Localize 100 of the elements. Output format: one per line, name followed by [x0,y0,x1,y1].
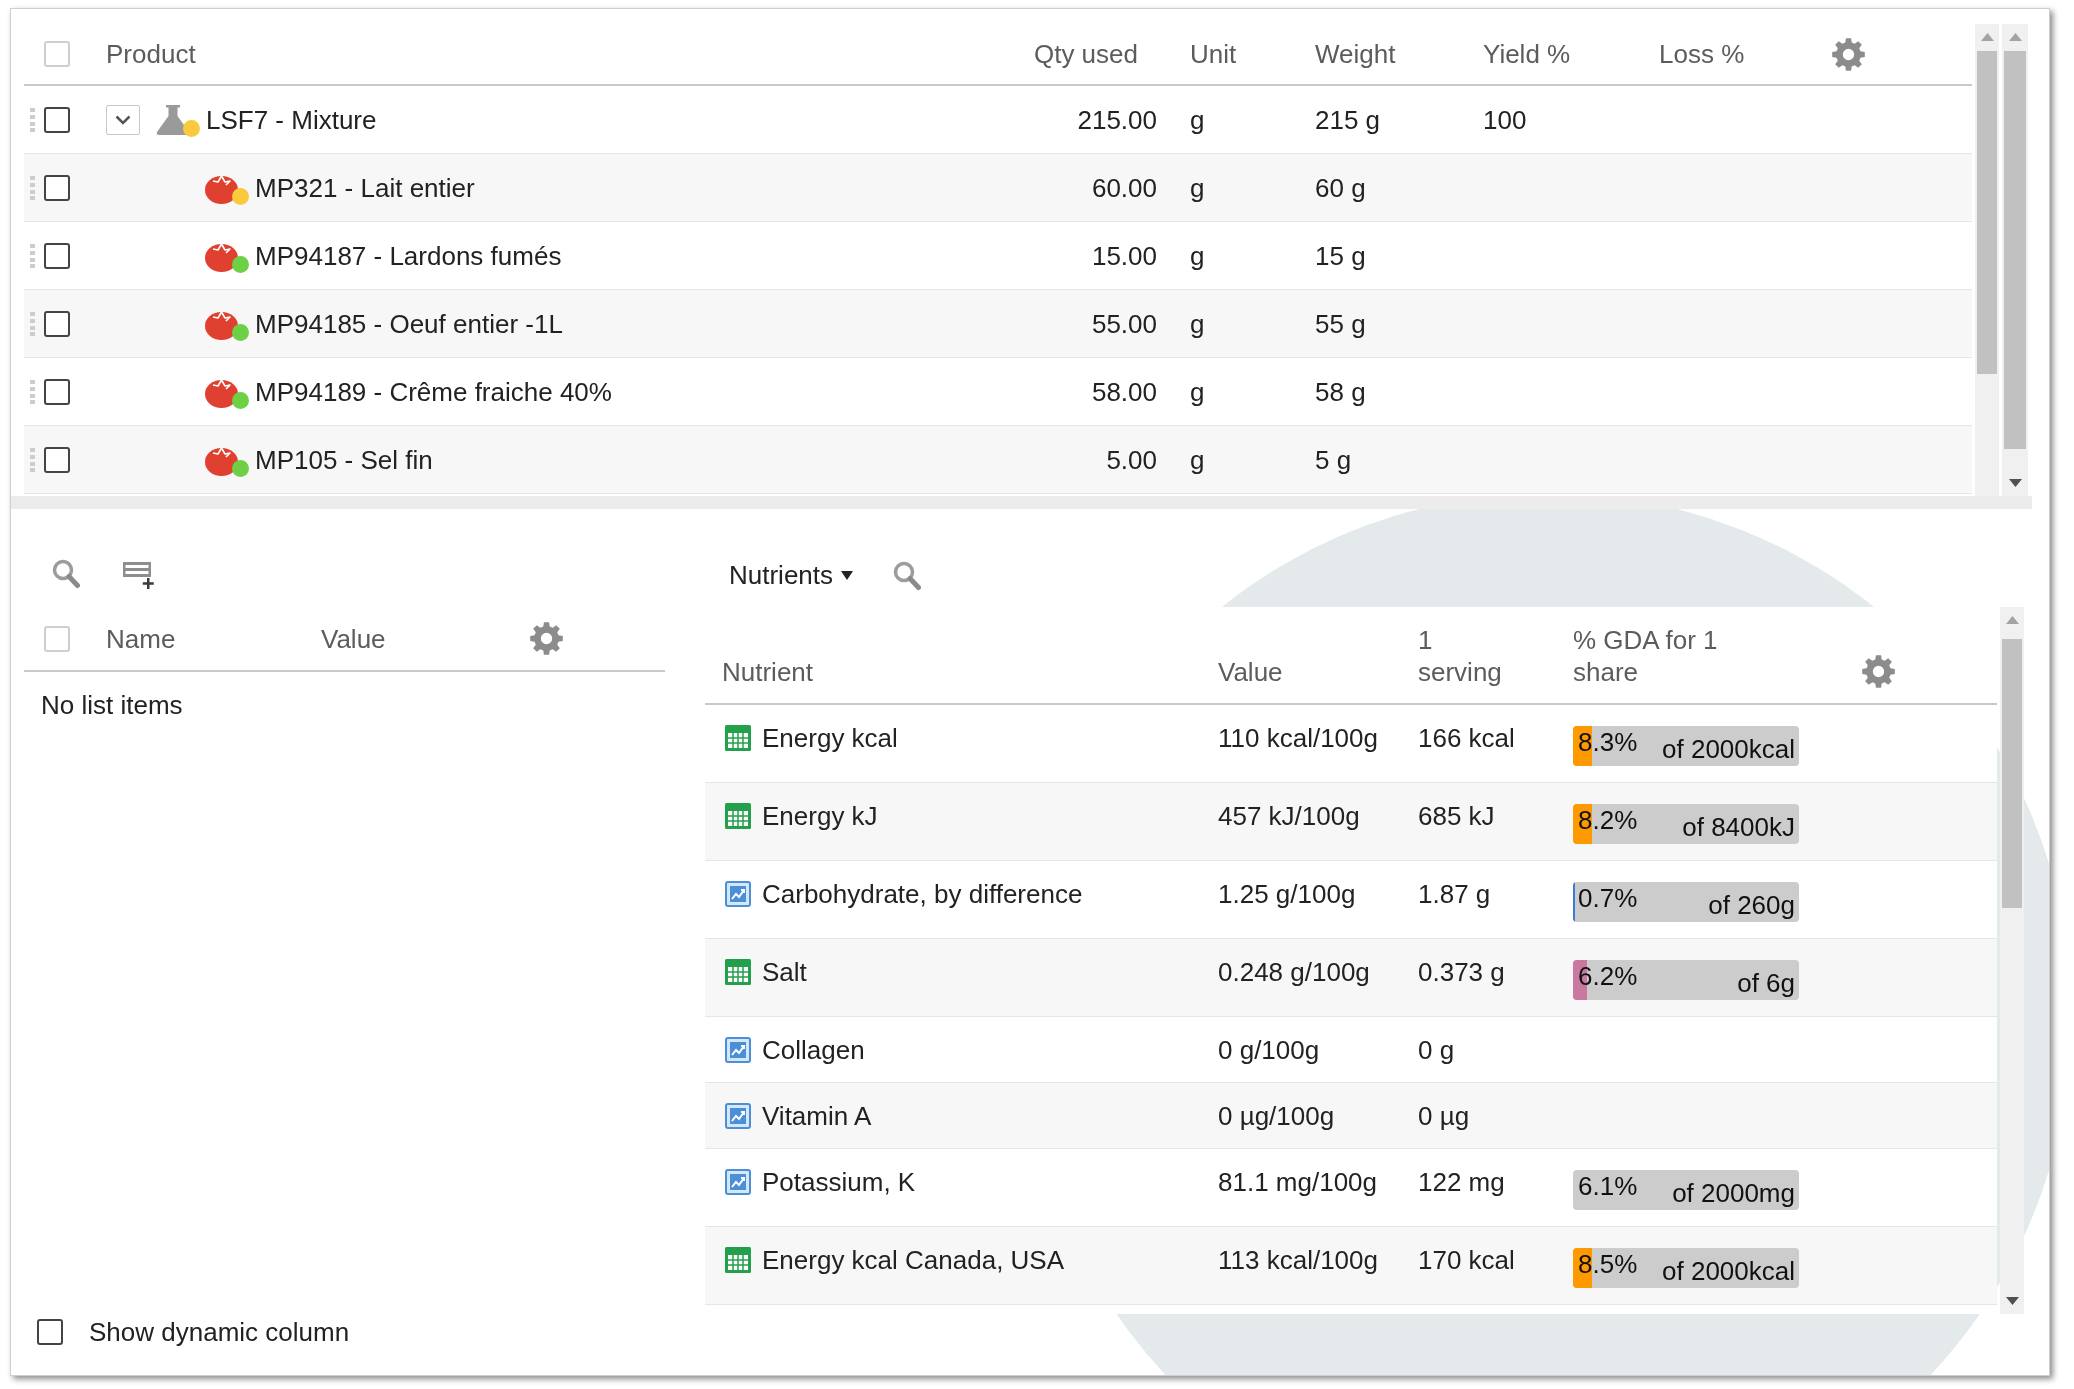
column-header: Value [321,622,386,655]
drag-handle-icon[interactable] [30,175,35,200]
qty-used-value: 215.00 [1077,103,1157,136]
scrollbar-thumb[interactable] [2004,51,2026,449]
column-header: Yield % [1483,38,1571,70]
nutrient-name: Energy kcal Canada, USA [762,1244,1065,1276]
checkbox[interactable] [37,1319,63,1345]
checkbox[interactable] [44,310,70,337]
column-header: Qty used [1033,38,1138,70]
gda-percent: 0.7% [1578,882,1638,915]
unit-value: g [1190,103,1205,136]
unit-value: g [1190,307,1205,340]
unit-value: g [1190,171,1205,204]
serving-value: 1.87 g [1418,878,1491,910]
settings-icon[interactable] [1862,655,1895,688]
nutrient-name: Salt [762,956,807,988]
checkbox[interactable] [44,106,70,133]
arrow-down-icon[interactable] [2005,1297,2019,1305]
nutrient-name: Energy kcal [762,722,898,754]
weight-value: 60 g [1315,171,1366,204]
unit-value: g [1190,443,1205,476]
product-name: MP105 - Sel fin [255,443,433,476]
product-name: MP94187 - Lardons fumés [255,239,562,272]
nutrient-value: 0.248 g/100g [1218,956,1370,988]
weight-value: 15 g [1315,239,1366,272]
nutrients-dropdown[interactable]: Nutrients [729,559,854,591]
checkbox[interactable] [44,242,70,269]
vertical-scrollbar[interactable] [2002,24,2028,496]
serving-value: 166 kcal [1418,722,1515,754]
column-header: % GDA for 1 share [1573,624,1719,688]
checkbox[interactable] [44,378,70,405]
nutrient-name: Collagen [762,1034,865,1066]
gda-percent: 6.1% [1578,1170,1638,1203]
vertical-scrollbar[interactable] [1975,24,1999,496]
line-chart-icon [725,1169,751,1195]
line-chart-icon [725,1103,751,1129]
expand-toggle[interactable] [106,104,140,135]
yield-value: 100 [1483,103,1527,136]
vertical-scrollbar[interactable] [2000,607,2024,1314]
arrow-down-icon[interactable] [2008,479,2022,487]
column-header: Value [1218,656,1283,688]
list-add-icon[interactable] [123,560,155,589]
serving-value: 170 kcal [1418,1244,1515,1276]
weight-value: 215 g [1315,103,1381,136]
unit-value: g [1190,239,1205,272]
empty-list-message: No list items [41,689,183,721]
gda-reference: of 8400kJ [1682,811,1795,843]
gda-reference: of 2000kcal [1662,1255,1795,1287]
column-header: Weight [1315,38,1396,70]
unit-value: g [1190,375,1205,408]
checkbox-label[interactable]: Show dynamic column [89,1316,350,1348]
line-chart-icon [725,1037,751,1063]
nutrient-name: Vitamin A [762,1100,872,1132]
checkbox[interactable] [44,446,70,473]
product-name: MP94189 - Crême fraiche 40% [255,375,612,408]
line-chart-icon [725,881,751,907]
search-icon[interactable] [52,559,81,589]
drag-handle-icon[interactable] [30,311,35,336]
arrow-up-icon[interactable] [2008,33,2022,41]
arrow-up-icon[interactable] [1980,33,1994,41]
qty-used-value: 60.00 [1091,171,1157,204]
product-name: LSF7 - Mixture [206,103,377,136]
drag-handle-icon[interactable] [30,107,35,132]
spreadsheet-icon [725,803,751,829]
settings-icon[interactable] [530,622,563,655]
search-icon[interactable] [893,561,923,591]
settings-icon[interactable] [1832,37,1865,71]
column-header: Nutrient [722,656,814,688]
spreadsheet-icon [725,959,751,985]
column-header: Name [106,622,176,655]
serving-value: 122 mg [1418,1166,1505,1198]
spreadsheet-icon [725,1247,751,1273]
serving-value: 0 µg [1418,1100,1470,1132]
product-name: MP321 - Lait entier [255,171,475,204]
nutrient-value: 113 kcal/100g [1218,1244,1378,1276]
scrollbar-thumb[interactable] [2002,639,2022,908]
qty-used-value: 55.00 [1091,307,1157,340]
checkbox[interactable] [44,174,70,201]
nutrient-value: 1.25 g/100g [1218,878,1356,910]
qty-used-value: 15.00 [1091,239,1157,272]
column-header: Unit [1190,38,1237,70]
drag-handle-icon[interactable] [30,243,35,268]
serving-value: 685 kJ [1418,800,1495,832]
serving-value: 0.373 g [1418,956,1505,988]
weight-value: 58 g [1315,375,1366,408]
drag-handle-icon[interactable] [30,379,35,404]
drag-handle-icon[interactable] [30,447,35,472]
qty-used-value: 5.00 [1106,443,1157,476]
weight-value: 55 g [1315,307,1366,340]
nutrient-name: Carbohydrate, by difference [762,878,1083,910]
nutrient-name: Potassium, K [762,1166,916,1198]
product-name: MP94185 - Oeuf entier -1L [255,307,563,340]
arrow-up-icon[interactable] [2005,616,2019,624]
gda-reference: of 6g [1737,967,1795,999]
caret-down-icon [841,570,854,580]
spreadsheet-icon [725,725,751,751]
gda-reference: of 2000mg [1672,1177,1795,1209]
column-header: Loss % [1659,38,1745,70]
scrollbar-thumb[interactable] [1977,51,1997,374]
gda-reference: of 260g [1708,889,1795,921]
